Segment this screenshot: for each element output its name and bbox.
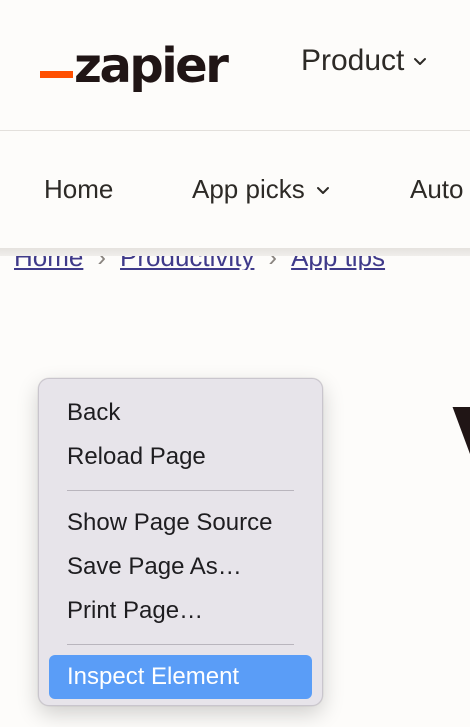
- subnav-shadow: [0, 248, 470, 256]
- subnav-item-label: Home: [44, 174, 114, 204]
- logo-underscore-mark: [40, 71, 73, 78]
- menu-item-save-page-as[interactable]: Save Page As…: [49, 545, 312, 589]
- page: Home › Productivity › App tips zapier Pr…: [0, 0, 470, 727]
- subnav-item-home[interactable]: Home: [44, 174, 113, 205]
- chevron-down-icon: [414, 58, 427, 65]
- chevron-down-icon: [316, 186, 329, 194]
- menu-item-print-page[interactable]: Print Page…: [49, 589, 312, 633]
- blog-subnav: Home App picks Auto: [0, 132, 470, 250]
- menu-item-show-page-source[interactable]: Show Page Source: [49, 501, 312, 545]
- product-menu-button[interactable]: Product: [301, 41, 428, 81]
- subnav-item-app-picks[interactable]: App picks: [192, 174, 331, 205]
- logo-wordmark: zapier: [74, 38, 229, 94]
- menu-separator: [67, 490, 294, 491]
- product-menu-label: Product: [301, 44, 405, 77]
- subnav-item-label: App picks: [192, 174, 305, 204]
- article-heading: V: [452, 394, 470, 504]
- menu-item-inspect-element[interactable]: Inspect Element: [49, 655, 312, 699]
- menu-item-reload-page[interactable]: Reload Page: [49, 435, 312, 479]
- subnav-item-automation[interactable]: Auto: [410, 174, 464, 205]
- zapier-logo[interactable]: zapier: [40, 30, 229, 94]
- menu-item-back[interactable]: Back: [49, 391, 312, 435]
- menu-separator: [67, 644, 294, 645]
- subnav-item-label: Auto: [410, 174, 464, 204]
- site-header: zapier Product: [0, 0, 470, 131]
- context-menu: Back Reload Page Show Page Source Save P…: [38, 378, 323, 706]
